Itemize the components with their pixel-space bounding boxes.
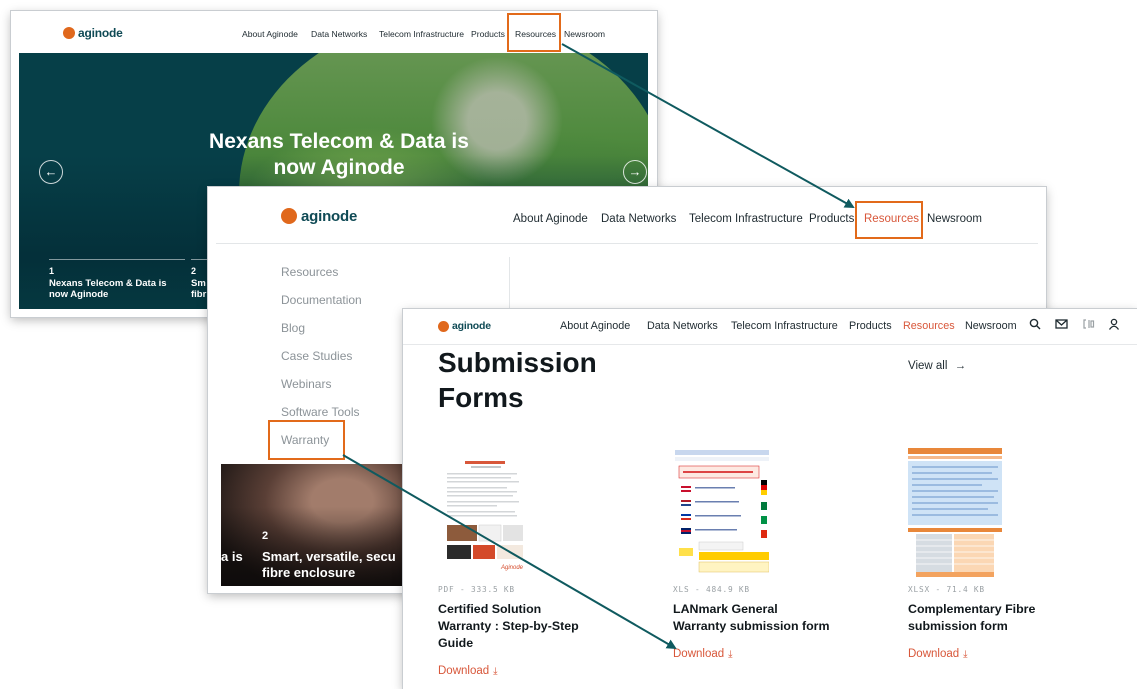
flow-arrows [342, 43, 855, 650]
arrow-resources-to-menu [561, 43, 855, 208]
arrow-warranty-to-download [342, 454, 677, 650]
